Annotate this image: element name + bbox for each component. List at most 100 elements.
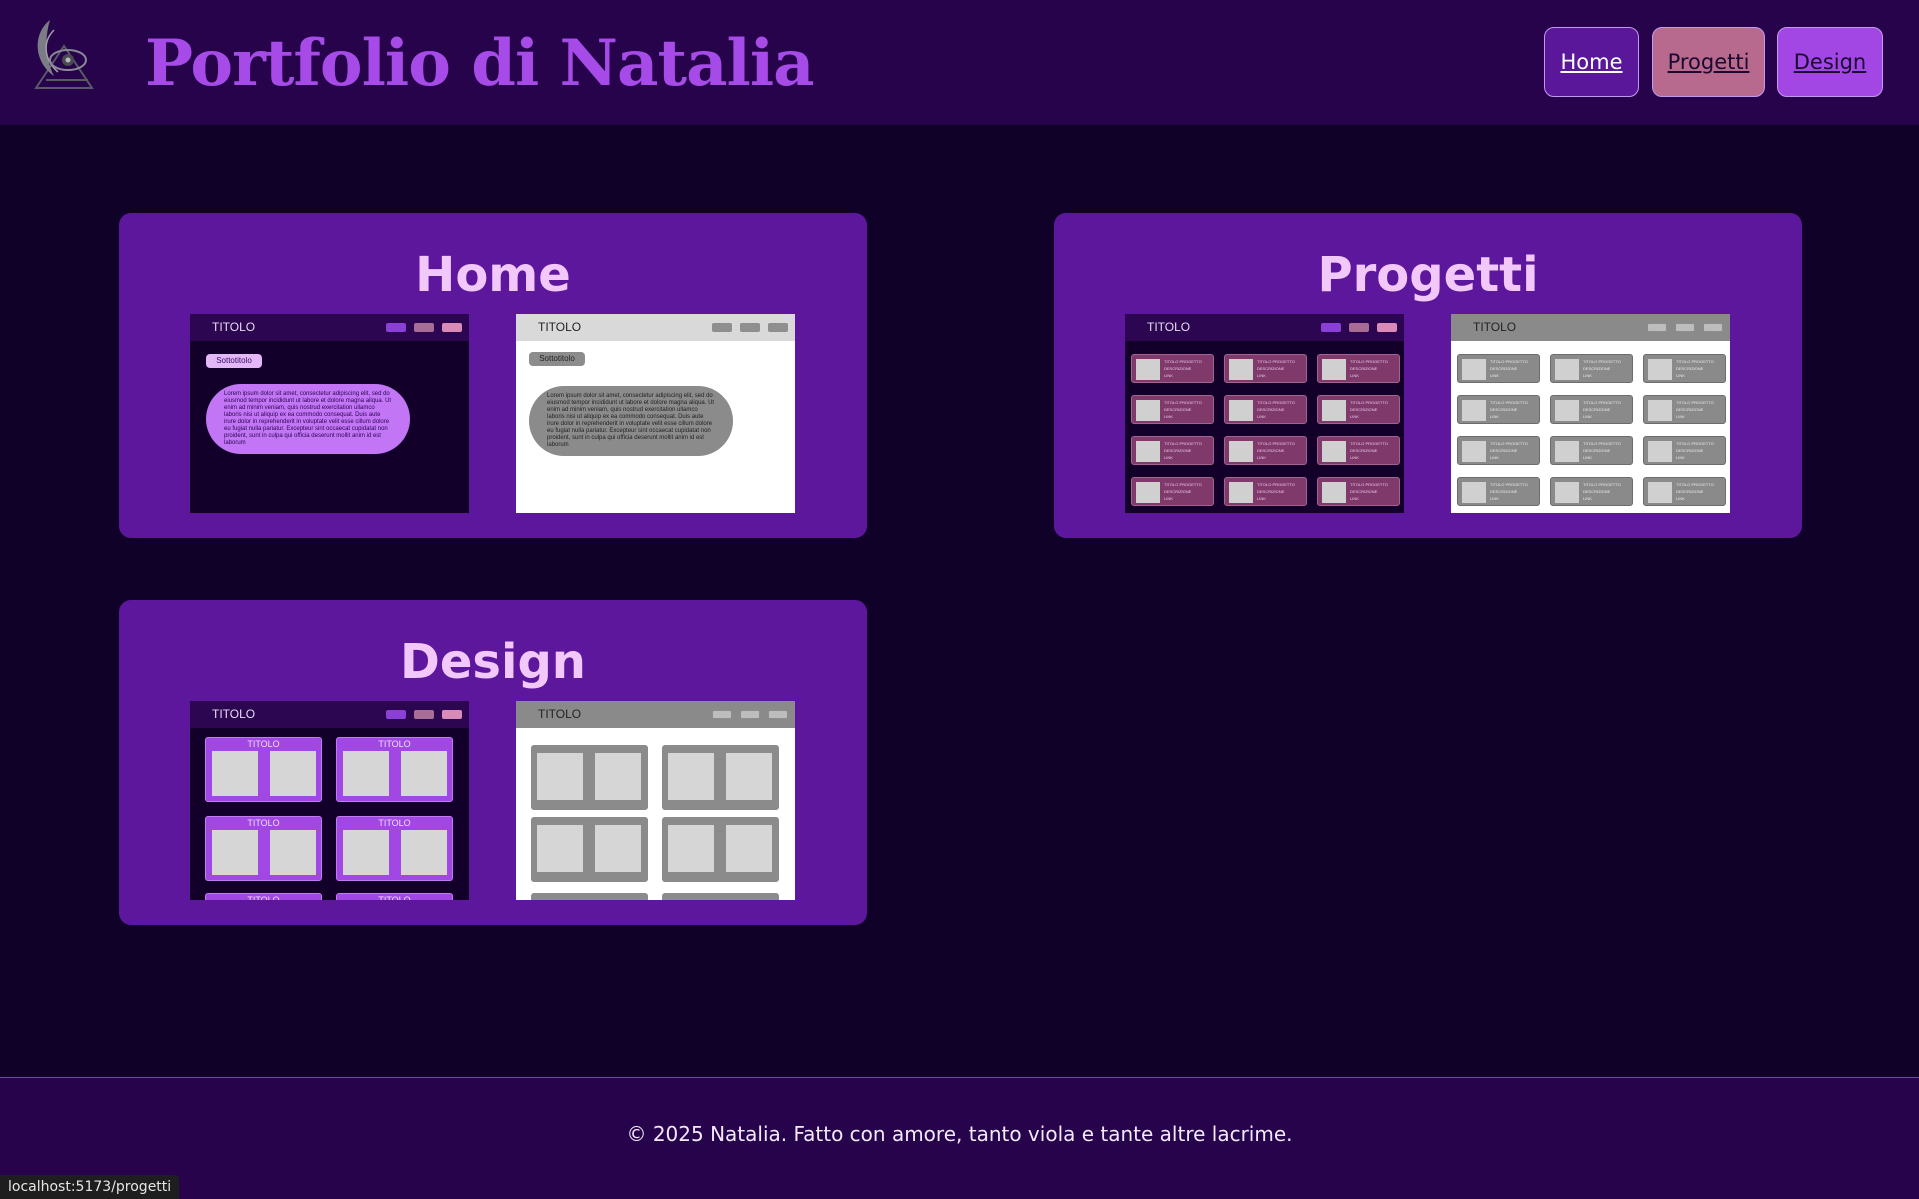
preview-image-placeholder — [1648, 400, 1672, 421]
preview-image-placeholder — [343, 751, 389, 796]
preview-title: TITOLO — [538, 707, 582, 721]
preview-project-text: TITOLO PROGETTO DESCRIZIONE LINK — [1583, 440, 1621, 461]
design-preview-light: TITOLO — [516, 701, 795, 900]
preview-project-line: LINK — [1350, 455, 1359, 460]
preview-project-line: LINK — [1490, 373, 1499, 378]
preview-title: TITOLO — [1473, 320, 1517, 334]
progetti-preview-dark: TITOLO TITOLO PROGETTO DESCRIZIONE LINK TIT… — [1125, 314, 1404, 513]
preview-project-line: LINK — [1676, 373, 1685, 378]
preview-nav-button — [386, 323, 406, 332]
preview-project-line: TITOLO PROGETTO — [1350, 482, 1388, 487]
preview-project-line: TITOLO PROGETTO — [1350, 359, 1388, 364]
preview-project-line: LINK — [1164, 496, 1173, 501]
eye-feather-logo-icon[interactable] — [28, 16, 100, 94]
preview-design-item: TITOLO — [205, 893, 322, 900]
preview-project-text: TITOLO PROGETTO DESCRIZIONE LINK — [1350, 481, 1388, 502]
preview-image-placeholder — [1136, 441, 1160, 462]
preview-project-text: TITOLO PROGETTO DESCRIZIONE LINK — [1676, 481, 1714, 502]
preview-image-placeholder — [1229, 359, 1253, 380]
preview-image-placeholder — [595, 753, 641, 800]
preview-project-item: TITOLO PROGETTO DESCRIZIONE LINK — [1550, 477, 1633, 506]
preview-design-item — [662, 817, 779, 882]
preview-image-placeholder — [1229, 482, 1253, 503]
preview-design-item — [662, 893, 779, 900]
preview-design-title: TITOLO — [247, 818, 280, 828]
preview-image-placeholder — [537, 825, 583, 872]
preview-nav-button — [740, 710, 760, 719]
preview-title: TITOLO — [1147, 320, 1191, 334]
preview-image-placeholder — [1462, 482, 1486, 503]
preview-project-line: LINK — [1350, 414, 1359, 419]
preview-project-line: TITOLO PROGETTO — [1350, 400, 1388, 405]
preview-project-item: TITOLO PROGETTO DESCRIZIONE LINK — [1457, 436, 1540, 465]
preview-project-line: DESCRIZIONE — [1676, 489, 1704, 494]
preview-project-text: TITOLO PROGETTO DESCRIZIONE LINK — [1257, 399, 1295, 420]
preview-project-text: TITOLO PROGETTO DESCRIZIONE LINK — [1164, 440, 1202, 461]
preview-design-item — [662, 745, 779, 810]
preview-nav-button — [1377, 323, 1397, 332]
preview-project-text: TITOLO PROGETTO DESCRIZIONE LINK — [1676, 358, 1714, 379]
link-preview-status-bar: localhost:5173/progetti — [0, 1175, 180, 1199]
preview-project-text: TITOLO PROGETTO DESCRIZIONE LINK — [1257, 358, 1295, 379]
preview-project-line: TITOLO PROGETTO — [1676, 441, 1714, 446]
preview-title: TITOLO — [212, 707, 256, 721]
preview-design-title: TITOLO — [378, 818, 411, 828]
preview-project-line: TITOLO PROGETTO — [1164, 482, 1202, 487]
preview-nav-button — [740, 323, 760, 332]
preview-image-placeholder — [668, 825, 714, 872]
home-card[interactable]: Home TITOLO Sottotitolo Lorem ipsum dolo… — [119, 213, 867, 538]
nav-progetti-button[interactable]: Progetti — [1652, 27, 1765, 97]
preview-project-line: TITOLO PROGETTO — [1490, 482, 1528, 487]
preview-image-placeholder — [1555, 441, 1579, 462]
preview-nav-button — [386, 710, 406, 719]
preview-project-line: DESCRIZIONE — [1257, 489, 1285, 494]
preview-project-item: TITOLO PROGETTO DESCRIZIONE LINK — [1224, 354, 1307, 383]
nav-home-button[interactable]: Home — [1544, 27, 1639, 97]
nav-design-button[interactable]: Design — [1777, 27, 1883, 97]
preview-nav-button — [1321, 323, 1341, 332]
preview-design-title: TITOLO — [247, 739, 280, 749]
preview-project-item: TITOLO PROGETTO DESCRIZIONE LINK — [1643, 477, 1726, 506]
preview-project-line: DESCRIZIONE — [1583, 448, 1611, 453]
footer-text: © 2025 Natalia. Fatto con amore, tanto v… — [626, 1122, 1293, 1146]
preview-project-item: TITOLO PROGETTO DESCRIZIONE LINK — [1317, 395, 1400, 424]
card-title: Progetti — [1317, 247, 1539, 303]
preview-project-text: TITOLO PROGETTO DESCRIZIONE LINK — [1490, 481, 1528, 502]
preview-project-item: TITOLO PROGETTO DESCRIZIONE LINK — [1643, 436, 1726, 465]
preview-image-placeholder — [1322, 400, 1346, 421]
preview-design-item: TITOLO — [205, 737, 322, 802]
preview-project-line: DESCRIZIONE — [1676, 448, 1704, 453]
card-title: Home — [415, 247, 571, 303]
preview-project-item: TITOLO PROGETTO DESCRIZIONE LINK — [1643, 354, 1726, 383]
preview-project-text: TITOLO PROGETTO DESCRIZIONE LINK — [1583, 399, 1621, 420]
preview-navbar: TITOLO — [190, 314, 469, 341]
preview-design-title: TITOLO — [247, 895, 280, 900]
preview-image-placeholder — [1462, 400, 1486, 421]
preview-project-line: TITOLO PROGETTO — [1676, 359, 1714, 364]
preview-image-placeholder — [212, 830, 258, 875]
preview-image-placeholder — [1555, 400, 1579, 421]
preview-design-item — [531, 817, 648, 882]
preview-project-item: TITOLO PROGETTO DESCRIZIONE LINK — [1131, 395, 1214, 424]
preview-project-line: LINK — [1676, 455, 1685, 460]
design-card[interactable]: Design TITOLO TITOLO TITOLO TITOLO TITOLO TI… — [119, 600, 867, 925]
preview-project-item: TITOLO PROGETTO DESCRIZIONE LINK — [1224, 395, 1307, 424]
preview-project-line: DESCRIZIONE — [1490, 448, 1518, 453]
preview-navbar: TITOLO — [190, 701, 469, 728]
preview-project-text: TITOLO PROGETTO DESCRIZIONE LINK — [1490, 358, 1528, 379]
preview-design-title: TITOLO — [378, 739, 411, 749]
preview-nav-button — [442, 710, 462, 719]
preview-project-line: LINK — [1583, 496, 1592, 501]
preview-project-item: TITOLO PROGETTO DESCRIZIONE LINK — [1131, 354, 1214, 383]
preview-project-line: LINK — [1164, 455, 1173, 460]
preview-image-placeholder — [537, 753, 583, 800]
preview-image-placeholder — [668, 753, 714, 800]
preview-project-text: TITOLO PROGETTO DESCRIZIONE LINK — [1583, 481, 1621, 502]
preview-project-line: TITOLO PROGETTO — [1257, 482, 1295, 487]
preview-project-text: TITOLO PROGETTO DESCRIZIONE LINK — [1350, 440, 1388, 461]
preview-image-placeholder — [401, 830, 447, 875]
preview-project-item: TITOLO PROGETTO DESCRIZIONE LINK — [1550, 354, 1633, 383]
preview-project-line: LINK — [1164, 414, 1173, 419]
progetti-card[interactable]: Progetti TITOLO TITOLO PROGETTO DESCRIZIO… — [1054, 213, 1802, 538]
preview-design-item — [531, 745, 648, 810]
